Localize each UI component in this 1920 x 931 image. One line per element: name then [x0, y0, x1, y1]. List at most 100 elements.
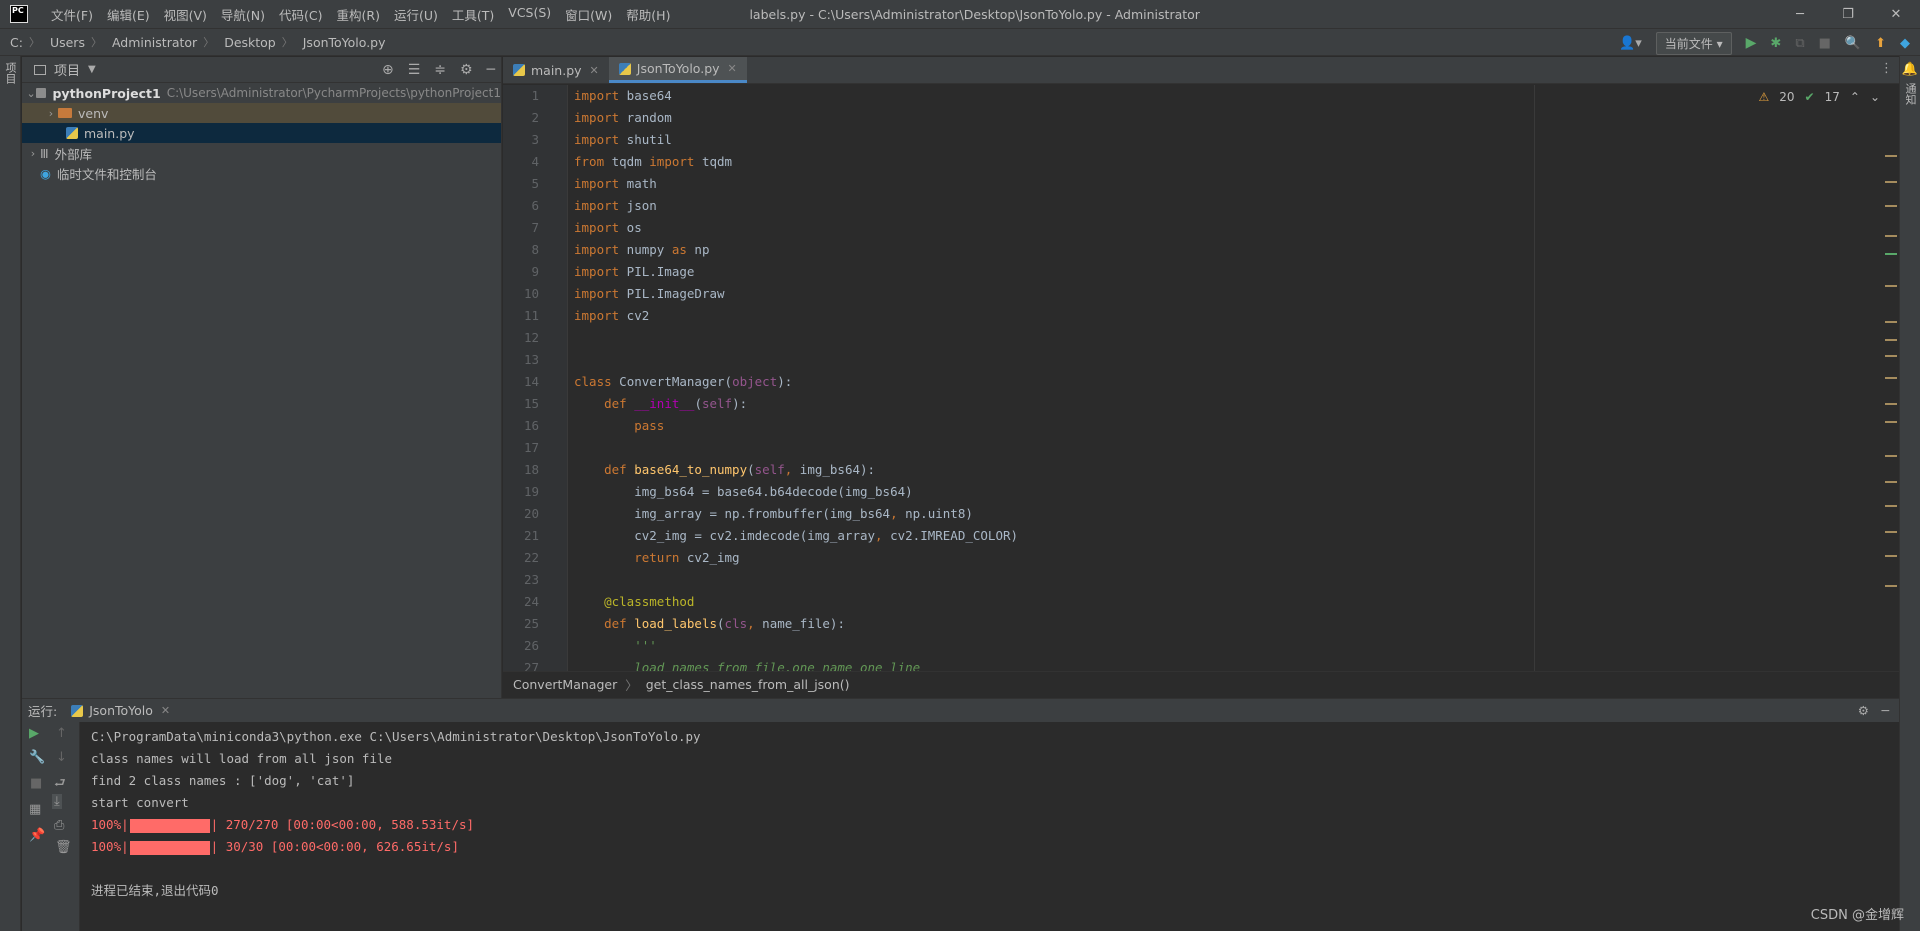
hide-icon[interactable]: ─ — [1881, 703, 1889, 718]
menu-view[interactable]: 视图(V) — [157, 5, 214, 24]
hide-icon[interactable]: ─ — [487, 62, 495, 78]
chevron-up-icon[interactable]: ⌃ — [1850, 90, 1860, 104]
inspection-widget[interactable]: ⚠ 20 ✔ 17 ⌃ ⌄ — [1758, 90, 1880, 104]
error-stripe-marker[interactable] — [1885, 339, 1897, 341]
scratch-icon: ◉ — [40, 165, 51, 181]
locate-icon[interactable]: ⊕ — [382, 62, 394, 78]
error-stripe-marker[interactable] — [1885, 555, 1897, 557]
breadcrumb-administrator[interactable]: Administrator — [112, 35, 197, 50]
soft-wrap-icon[interactable]: ⮐ — [54, 774, 66, 796]
tree-item-main-py[interactable]: main.py — [22, 123, 501, 143]
menu-navigate[interactable]: 导航(N) — [214, 5, 272, 24]
error-stripe-marker[interactable] — [1885, 355, 1897, 357]
error-stripe-marker[interactable] — [1885, 321, 1897, 323]
error-stripe-marker[interactable] — [1885, 253, 1897, 255]
menu-vcs[interactable]: VCS(S) — [501, 5, 558, 24]
warning-count: 20 — [1779, 90, 1795, 104]
scroll-to-end-icon[interactable]: ⤓ — [52, 794, 62, 809]
error-stripe-marker[interactable] — [1885, 421, 1897, 423]
line-number: 1 — [531, 88, 539, 103]
error-stripe-marker[interactable] — [1885, 181, 1897, 183]
update-icon[interactable]: ⬆ — [1875, 36, 1886, 51]
stop-icon[interactable]: ■ — [1819, 36, 1831, 51]
arrow-up-icon[interactable]: ↑ — [56, 726, 67, 741]
menu-run[interactable]: 运行(U) — [387, 5, 445, 24]
chevron-right-icon[interactable]: › — [44, 107, 58, 120]
chevron-down-icon[interactable]: ⌄ — [1870, 90, 1880, 104]
restore-icon[interactable]: ❐ — [1824, 0, 1872, 28]
breadcrumb-method[interactable]: get_class_names_from_all_json() — [646, 677, 850, 692]
plugin-icon[interactable]: ◆ — [1900, 36, 1910, 51]
tab-jsontoyolo-py[interactable]: JsonToYolo.py ✕ — [608, 57, 747, 83]
menu-edit[interactable]: 编辑(E) — [100, 5, 157, 24]
debug-icon[interactable]: ✱ — [1770, 36, 1781, 51]
error-stripe[interactable] — [1884, 85, 1898, 671]
run-tab-label[interactable]: JsonToYolo — [89, 703, 153, 718]
error-stripe-marker[interactable] — [1885, 377, 1897, 379]
project-tool-tab[interactable]: 项目 — [2, 62, 18, 84]
stop-icon[interactable]: ■ — [30, 776, 42, 791]
gear-icon[interactable]: ⚙ — [1858, 703, 1869, 718]
menu-tools[interactable]: 工具(T) — [445, 5, 501, 24]
gear-icon[interactable]: ⚙ — [460, 62, 473, 78]
check-icon: ✔ — [1804, 90, 1815, 104]
minimize-icon[interactable]: ─ — [1776, 0, 1824, 28]
error-stripe-marker[interactable] — [1885, 455, 1897, 457]
close-icon[interactable]: ✕ — [728, 62, 737, 75]
expand-all-icon[interactable]: ☰ — [408, 62, 421, 78]
breadcrumb-drive[interactable]: C: — [10, 35, 23, 50]
error-stripe-marker[interactable] — [1885, 403, 1897, 405]
collapse-all-icon[interactable]: ≑ — [434, 62, 446, 78]
python-file-icon — [66, 127, 78, 139]
tree-item-venv[interactable]: › venv — [22, 103, 501, 123]
user-icon[interactable]: 👤▾ — [1619, 36, 1642, 51]
coverage-icon[interactable]: ⧉ — [1795, 36, 1804, 51]
layout-icon[interactable]: ▦ — [29, 802, 41, 817]
close-icon[interactable]: ✕ — [161, 704, 170, 717]
print-icon[interactable]: ⎙ — [54, 818, 64, 833]
run-config-select[interactable]: 当前文件 ▾ — [1655, 31, 1732, 55]
pycharm-logo-icon[interactable]: PC — [10, 5, 28, 23]
project-panel-title[interactable]: 项目 — [54, 60, 80, 79]
menu-window[interactable]: 窗口(W) — [558, 5, 619, 24]
menu-refactor[interactable]: 重构(R) — [330, 5, 387, 24]
error-stripe-marker[interactable] — [1885, 235, 1897, 237]
error-stripe-marker[interactable] — [1885, 285, 1897, 287]
notification-icon[interactable]: 🔔 — [1900, 62, 1920, 77]
run-toolbar: ▶ 🔧 ■ ▦ 📌 ↑ ↓ ⮐ ⤓ ⎙ 🗑 — [22, 722, 80, 931]
wrench-icon[interactable]: 🔧 — [29, 750, 45, 765]
rerun-icon[interactable]: ▶ — [29, 726, 39, 741]
menu-file[interactable]: 文件(F) — [44, 5, 100, 24]
line-number: 12 — [523, 330, 539, 345]
trash-icon[interactable]: 🗑 — [55, 840, 72, 855]
search-icon[interactable]: 🔍 — [1845, 36, 1861, 51]
error-stripe-marker[interactable] — [1885, 531, 1897, 533]
chevron-down-icon[interactable]: ▼ — [88, 64, 96, 75]
code-editor[interactable]: import base64 import random import shutil f… — [568, 85, 1884, 671]
notifications-tool-tab[interactable]: 通知 — [1902, 83, 1918, 105]
chevron-down-icon[interactable]: ⌄ — [26, 87, 36, 100]
breadcrumb-desktop[interactable]: Desktop — [224, 35, 276, 50]
close-icon[interactable]: ✕ — [1872, 0, 1920, 28]
error-stripe-marker[interactable] — [1885, 585, 1897, 587]
breadcrumb-file[interactable]: JsonToYolo.py — [303, 35, 386, 50]
tree-item-scratches[interactable]: ◉ 临时文件和控制台 — [22, 163, 501, 183]
tree-root[interactable]: ⌄ pythonProject1 C:\Users\Administrator\… — [22, 83, 501, 103]
close-icon[interactable]: ✕ — [590, 64, 599, 77]
breadcrumb-users[interactable]: Users — [50, 35, 85, 50]
error-stripe-marker[interactable] — [1885, 155, 1897, 157]
breadcrumb-class[interactable]: ConvertManager — [513, 677, 617, 692]
run-console[interactable]: C:\ProgramData\miniconda3\python.exe C:\… — [80, 722, 1899, 931]
error-stripe-marker[interactable] — [1885, 505, 1897, 507]
chevron-right-icon[interactable]: › — [26, 147, 40, 160]
tab-main-py[interactable]: main.py ✕ — [503, 57, 609, 83]
error-stripe-marker[interactable] — [1885, 481, 1897, 483]
more-icon[interactable]: ⋮ — [1880, 61, 1893, 76]
arrow-down-icon[interactable]: ↓ — [56, 750, 67, 765]
run-icon[interactable]: ▶ — [1746, 35, 1757, 51]
pin-icon[interactable]: 📌 — [29, 828, 45, 843]
tree-item-external-libraries[interactable]: › Ⅲ 外部库 — [22, 143, 501, 163]
error-stripe-marker[interactable] — [1885, 205, 1897, 207]
menu-help[interactable]: 帮助(H) — [619, 5, 677, 24]
menu-code[interactable]: 代码(C) — [272, 5, 329, 24]
